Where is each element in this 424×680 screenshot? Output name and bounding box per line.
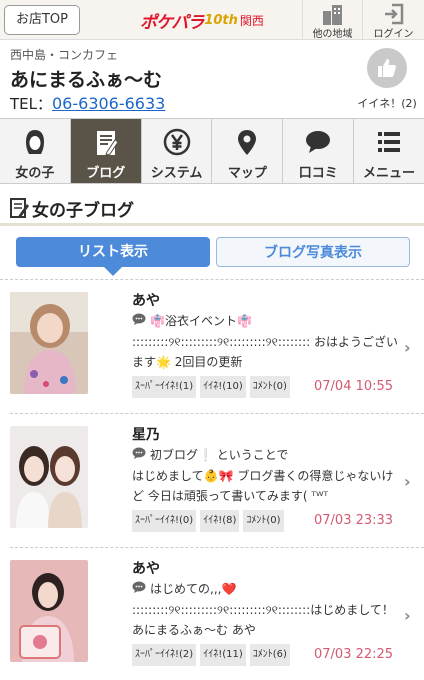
entry-date: 07/03 23:33 — [314, 513, 394, 528]
entry-author: あや — [132, 561, 160, 577]
login-icon — [363, 3, 424, 25]
other-area-button[interactable]: 他の地域 — [302, 0, 362, 40]
entry-title-row: 初ブログ❕ ということで — [132, 446, 288, 463]
entry-date: 07/04 10:55 — [314, 379, 394, 394]
tel-row: TEL：06-6306-6633 — [10, 93, 165, 114]
yen-icon — [142, 128, 212, 158]
list-view-toggle[interactable]: リスト表示 — [16, 237, 210, 276]
tel-prefix: TEL： — [10, 95, 52, 113]
entry-title-row: はじめての,,,❤️ — [132, 580, 236, 597]
tel-link[interactable]: 06-6306-6633 — [52, 94, 165, 113]
nav-menu-label: メニュー — [363, 166, 416, 181]
nav-girls-label: 女の子 — [15, 166, 55, 181]
site-logo[interactable]: ポケパラ 10th 関西 — [140, 7, 264, 33]
blog-entry[interactable]: あや 👘浴衣イベント👘 :::::::::୨୧:::::::::୨୧::::::… — [0, 280, 424, 414]
shop-like-button[interactable]: イイネ！(2) — [352, 44, 422, 111]
blog-entry[interactable]: 星乃 初ブログ❕ ということで はじめまして👶🎀 ブログ書くの得意じゃないけど … — [0, 414, 424, 548]
shop-top-button[interactable]: お店TOP — [4, 5, 80, 35]
logo-badge: 10th — [204, 12, 238, 28]
entry-date: 07/03 22:25 — [314, 647, 394, 662]
blog-entry[interactable]: あや はじめての,,,❤️ :::::::::୨୧:::::::::୨୧::::… — [0, 548, 424, 680]
nav-system[interactable]: システム — [142, 119, 213, 183]
comment-count: ｺﾒﾝﾄ(6) — [249, 644, 290, 666]
super-like-count: ｽｰﾊﾟｰｲｲﾈ!(0) — [132, 510, 197, 532]
section-heading: 女の子ブログ — [0, 192, 424, 226]
chevron-right-icon: › — [404, 472, 411, 491]
entry-stats: ｽｰﾊﾟｰｲｲﾈ!(2) ｲｲﾈ!(11) ｺﾒﾝﾄ(6) — [132, 644, 294, 666]
entry-stats: ｽｰﾊﾟｰｲｲﾈ!(0) ｲｲﾈ!(8) ｺﾒﾝﾄ(0) — [132, 510, 288, 532]
logo-region: 関西 — [239, 13, 264, 28]
shop-area-label: 西中島・コンカフェ — [10, 48, 119, 62]
speech-bubble-icon — [132, 313, 146, 328]
notepad-pen-icon — [10, 197, 30, 223]
comment-count: ｺﾒﾝﾄ(0) — [243, 510, 284, 532]
section-title: 女の子ブログ — [32, 201, 134, 221]
other-area-label: 他の地域 — [312, 29, 353, 40]
entry-title: 初ブログ❕ ということで — [150, 448, 289, 462]
menu-list-icon — [354, 128, 424, 158]
entry-excerpt: :::::::::୨୧:::::::::୨୧:::::::::୨୧:::::::… — [132, 603, 394, 637]
super-like-count: ｽｰﾊﾟｰｲｲﾈ!(1) — [132, 376, 197, 398]
blog-thumbnail — [10, 292, 88, 394]
entry-stats: ｽｰﾊﾟｰｲｲﾈ!(1) ｲｲﾈ!(10) ｺﾒﾝﾄ(0) — [132, 376, 294, 398]
super-like-count: ｽｰﾊﾟｰｲｲﾈ!(2) — [132, 644, 197, 666]
logo-text: ポケパラ — [140, 12, 204, 33]
nav-girls[interactable]: 女の子 — [0, 119, 71, 183]
speech-bubble-icon — [283, 128, 353, 158]
blog-thumbnail — [10, 560, 88, 662]
nav-reviews-label: 口コミ — [298, 166, 338, 181]
like-count: ｲｲﾈ!(11) — [200, 644, 246, 666]
entry-excerpt: :::::::::୨୧:::::::::୨୧:::::::::୨୧:::::::… — [132, 335, 398, 369]
nav-map-label: マップ — [227, 166, 267, 181]
speech-bubble-icon — [132, 581, 146, 596]
photo-view-toggle[interactable]: ブログ写真表示 — [216, 237, 410, 267]
chevron-right-icon: › — [404, 338, 411, 357]
shop-name: あにまるふぁ〜む — [10, 69, 163, 91]
speech-bubble-icon — [132, 447, 146, 462]
blog-icon — [71, 128, 141, 158]
blog-thumbnail — [10, 426, 88, 528]
entry-title: 👘浴衣イベント👘 — [150, 314, 252, 328]
entry-title: はじめての,,,❤️ — [150, 582, 237, 596]
thumbs-up-icon — [367, 48, 407, 88]
comment-count: ｺﾒﾝﾄ(0) — [249, 376, 290, 398]
chevron-right-icon: › — [404, 606, 411, 625]
like-count: ｲｲﾈ!(10) — [200, 376, 246, 398]
shop-like-label: イイネ！(2) — [357, 97, 417, 110]
nav-map[interactable]: マップ — [212, 119, 284, 183]
nav-blog-label: ブログ — [86, 166, 126, 181]
buildings-icon — [303, 3, 362, 25]
login-button[interactable]: ログイン — [362, 0, 424, 40]
shop-nav: 女の子 ブログ システム マップ 口コミ メニュー — [0, 118, 424, 184]
top-bar: お店TOP ポケパラ 10th 関西 他の地域 ログイン — [0, 0, 424, 40]
login-label: ログイン — [373, 29, 414, 40]
map-pin-icon — [212, 128, 282, 158]
entry-excerpt: はじめまして👶🎀 ブログ書くの得意じゃないけど 今日は頑張って書いてみます( ᵀ… — [132, 469, 394, 503]
girl-icon — [0, 128, 70, 158]
like-count: ｲｲﾈ!(8) — [200, 510, 240, 532]
entry-author: 星乃 — [132, 427, 160, 443]
nav-system-label: システム — [150, 166, 203, 181]
entry-title-row: 👘浴衣イベント👘 — [132, 312, 252, 329]
entry-author: あや — [132, 293, 160, 309]
nav-menu[interactable]: メニュー — [354, 119, 424, 183]
nav-reviews[interactable]: 口コミ — [283, 119, 355, 183]
nav-blog[interactable]: ブログ — [70, 119, 142, 183]
